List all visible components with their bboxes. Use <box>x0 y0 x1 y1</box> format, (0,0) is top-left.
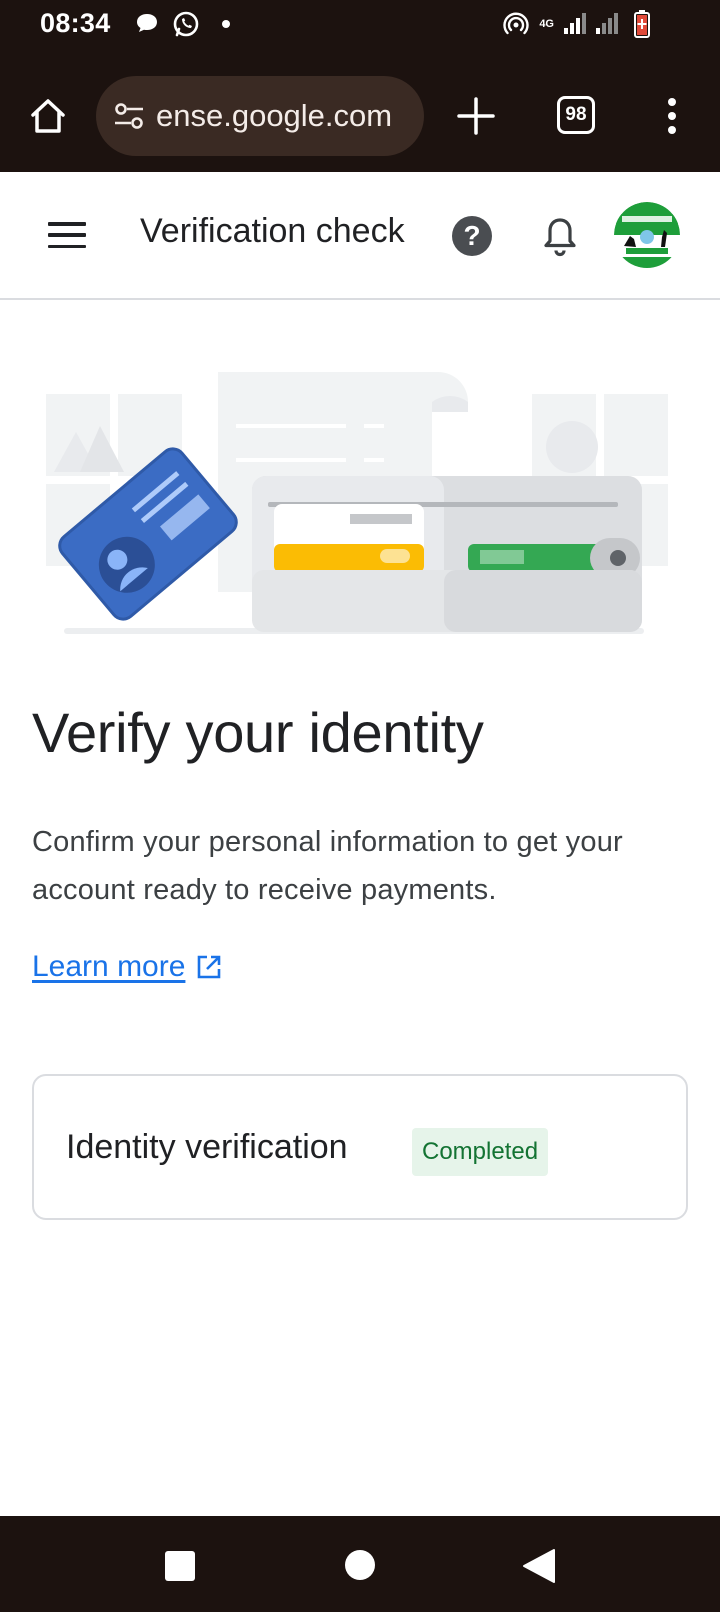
menu-icon[interactable] <box>48 216 86 254</box>
page-description: Confirm your personal information to get… <box>32 826 623 906</box>
nav-home-icon[interactable] <box>345 1550 375 1580</box>
recents-icon[interactable] <box>165 1551 195 1581</box>
back-icon[interactable] <box>522 1548 556 1584</box>
status-right-icons: 4G <box>503 10 650 38</box>
network-label: 4G <box>539 17 554 30</box>
more-vert-icon[interactable] <box>660 94 684 138</box>
page-title: Verification check <box>140 212 405 250</box>
site-settings-icon[interactable] <box>112 99 146 133</box>
status-badge: Completed <box>412 1128 549 1176</box>
status-left-icons <box>134 10 230 38</box>
home-icon <box>31 99 65 133</box>
status-time: 08:34 <box>40 8 111 38</box>
chat-bubble-icon <box>137 14 157 32</box>
help-glyph: ? <box>463 220 481 251</box>
battery-icon <box>634 10 650 38</box>
open-in-new-icon <box>198 955 221 979</box>
avatar[interactable] <box>614 202 680 268</box>
url-text: ense.google.com <box>156 98 393 133</box>
browser-toolbar: ense.google.com 98 <box>0 48 720 172</box>
learn-more-text: Learn more <box>32 950 186 983</box>
signal-icon <box>564 13 618 34</box>
tab-count: 98 <box>565 104 587 125</box>
app-header: Verification check ? <box>0 172 720 300</box>
address-bar[interactable]: ense.google.com <box>96 76 424 156</box>
bell-icon[interactable] <box>538 214 582 258</box>
identity-verification-card: Identity verification Completed <box>32 1074 688 1220</box>
page-heading: Verify your identity <box>32 701 484 764</box>
learn-more-link[interactable]: Learn more <box>32 950 223 984</box>
hotspot-icon <box>503 12 530 35</box>
help-icon[interactable]: ? <box>452 216 492 256</box>
whatsapp-icon <box>173 11 199 37</box>
avatar-logo-icon <box>614 202 680 268</box>
card-label: Identity verification <box>66 1128 348 1166</box>
browser-home-button[interactable] <box>26 94 70 138</box>
status-bar: 08:34 4G <box>0 0 720 48</box>
tab-switcher-button[interactable]: 98 <box>557 96 595 134</box>
notification-dot <box>222 20 230 28</box>
system-nav-bar <box>0 1516 720 1612</box>
new-tab-button[interactable] <box>454 94 498 138</box>
wallet-illustration <box>46 372 668 634</box>
